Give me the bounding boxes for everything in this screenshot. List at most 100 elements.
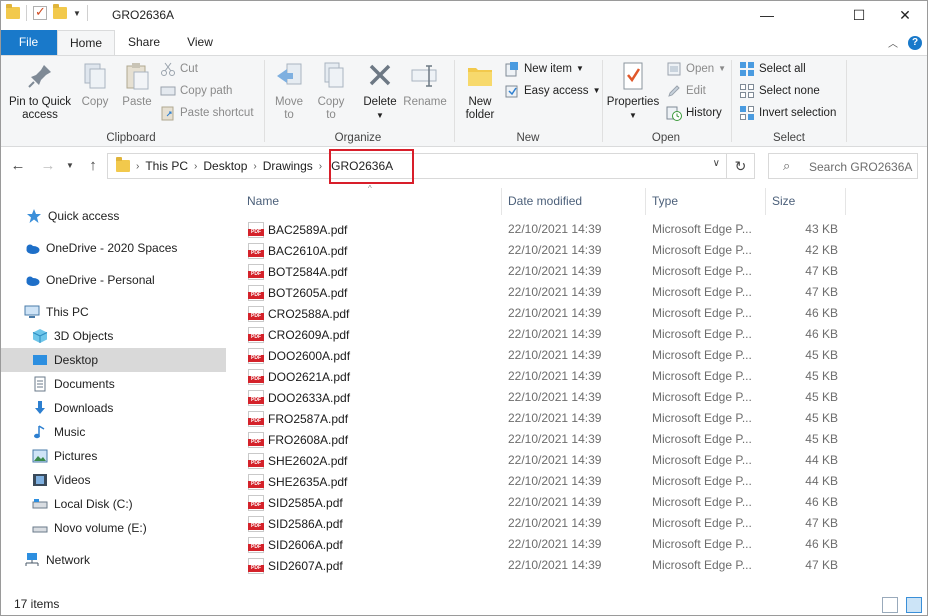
easy-access-button[interactable]: Easy access ▼ — [504, 81, 600, 101]
new-item-button[interactable]: New item ▼ — [504, 59, 584, 79]
file-type: Microsoft Edge P... — [652, 453, 752, 467]
recent-locations-chevron-icon[interactable]: ▼ — [60, 156, 80, 176]
back-arrow-icon[interactable]: ← — [8, 156, 28, 176]
cut-button[interactable]: Cut — [160, 59, 198, 79]
pdf-file-icon — [248, 557, 264, 574]
tab-view[interactable]: View — [172, 30, 228, 55]
edit-button[interactable]: Edit — [666, 81, 706, 101]
breadcrumb-desktop[interactable]: Desktop — [197, 159, 253, 173]
new-folder-qat-icon[interactable] — [53, 4, 67, 19]
history-button[interactable]: History — [666, 103, 722, 123]
minimize-button[interactable]: — — [744, 0, 790, 30]
file-type: Microsoft Edge P... — [652, 264, 752, 278]
file-name: BAC2610A.pdf — [248, 240, 347, 261]
address-history-chevron-icon[interactable]: ∨ — [713, 158, 720, 169]
table-row[interactable]: DOO2600A.pdf 22/10/2021 14:39 Microsoft Ed… — [240, 345, 846, 366]
table-row[interactable]: DOO2633A.pdf 22/10/2021 14:39 Microsoft Ed… — [240, 387, 846, 408]
column-header-date-modified[interactable]: Date modified — [501, 188, 645, 215]
nav-onedrive-personal[interactable]: OneDrive - Personal — [0, 268, 226, 292]
properties-chevron-icon[interactable]: ▼ — [604, 109, 662, 122]
nav-quick-access[interactable]: Quick access — [0, 204, 226, 228]
file-name-text: DOO2600A.pdf — [268, 348, 351, 363]
open-icon — [666, 61, 682, 77]
nav-music[interactable]: Music — [0, 420, 226, 444]
table-row[interactable]: BAC2589A.pdf 22/10/2021 14:39 Microsoft Ed… — [240, 219, 846, 240]
table-row[interactable]: SID2585A.pdf 22/10/2021 14:39 Microsoft Ed… — [240, 492, 846, 513]
pdf-file-icon — [248, 305, 264, 322]
file-size: 47 KB — [805, 558, 838, 572]
search-box[interactable]: ⌕ Search GRO2636A — [768, 153, 918, 179]
invert-selection-button[interactable]: Invert selection — [739, 103, 836, 123]
rename-button[interactable]: Rename — [402, 60, 448, 109]
table-row[interactable]: BAC2610A.pdf 22/10/2021 14:39 Microsoft Ed… — [240, 240, 846, 261]
table-row[interactable]: CRO2609A.pdf 22/10/2021 14:39 Microsoft Ed… — [240, 324, 846, 345]
tab-file[interactable]: File — [0, 30, 57, 55]
move-to-button[interactable]: Move to — [270, 60, 308, 122]
customize-qat-chevron-icon[interactable]: ▼ — [73, 9, 81, 18]
forward-arrow-icon[interactable]: → — [38, 156, 58, 176]
paste-shortcut-button[interactable]: Paste shortcut — [160, 103, 254, 123]
up-arrow-icon[interactable]: ↑ — [83, 156, 103, 176]
nav-onedrive-2020-spaces[interactable]: OneDrive - 2020 Spaces — [0, 236, 226, 260]
file-name: DOO2633A.pdf — [248, 387, 350, 408]
nav-documents[interactable]: Documents — [0, 372, 226, 396]
table-row[interactable]: SHE2635A.pdf 22/10/2021 14:39 Microsoft Ed… — [240, 471, 846, 492]
breadcrumb-drawings[interactable]: Drawings — [257, 159, 319, 173]
delete-button[interactable]: Delete ▼ — [360, 60, 400, 122]
pdf-file-icon — [248, 326, 264, 343]
table-row[interactable]: SHE2602A.pdf 22/10/2021 14:39 Microsoft Ed… — [240, 450, 846, 471]
table-row[interactable]: BOT2584A.pdf 22/10/2021 14:39 Microsoft Ed… — [240, 261, 846, 282]
column-header-size[interactable]: Size — [765, 188, 845, 215]
nav-3d-objects[interactable]: 3D Objects — [0, 324, 226, 348]
breadcrumb-this-pc[interactable]: This PC — [139, 159, 194, 173]
search-input[interactable]: Search GRO2636A — [809, 160, 912, 174]
paste-button[interactable]: Paste — [118, 60, 156, 109]
pin-to-quick-access-button[interactable]: Pin to Quick access — [6, 60, 74, 122]
close-button[interactable]: ✕ — [882, 0, 928, 30]
nav-novo-volume-e[interactable]: Novo volume (E:) — [0, 516, 226, 540]
select-none-button[interactable]: Select none — [739, 81, 820, 101]
table-row[interactable]: SID2606A.pdf 22/10/2021 14:39 Microsoft Ed… — [240, 534, 846, 555]
nav-network[interactable]: Network — [0, 548, 226, 572]
select-all-button[interactable]: Select all — [739, 59, 806, 79]
properties-qat-icon[interactable] — [33, 4, 47, 20]
file-date: 22/10/2021 14:39 — [508, 432, 602, 446]
tab-share[interactable]: Share — [118, 30, 170, 55]
new-folder-button[interactable]: New folder — [460, 60, 500, 122]
nav-videos[interactable]: Videos — [0, 468, 226, 492]
column-header-type[interactable]: Type — [645, 188, 765, 215]
table-row[interactable]: FRO2587A.pdf 22/10/2021 14:39 Microsoft Ed… — [240, 408, 846, 429]
help-icon[interactable]: ? — [908, 35, 922, 50]
details-view-icon[interactable] — [882, 597, 898, 613]
nav-local-disk-c[interactable]: Local Disk (C:) — [0, 492, 226, 516]
divider[interactable] — [845, 188, 846, 215]
collapse-ribbon-chevron-icon[interactable]: ︿ — [888, 35, 898, 50]
highlight-box — [329, 149, 414, 184]
delete-chevron-icon[interactable]: ▼ — [360, 109, 400, 122]
refresh-button[interactable]: ↻ — [727, 153, 755, 179]
copy-to-button[interactable]: Copy to — [312, 60, 350, 122]
table-row[interactable]: SID2586A.pdf 22/10/2021 14:39 Microsoft Ed… — [240, 513, 846, 534]
nav-pictures[interactable]: Pictures — [0, 444, 226, 468]
open-button[interactable]: Open ▼ — [666, 59, 726, 79]
properties-button[interactable]: Properties ▼ — [604, 60, 662, 122]
table-row[interactable]: BOT2605A.pdf 22/10/2021 14:39 Microsoft Ed… — [240, 282, 846, 303]
copy-path-button[interactable]: Copy path — [160, 81, 232, 101]
large-icons-view-icon[interactable] — [906, 597, 922, 613]
tab-home[interactable]: Home — [57, 30, 115, 55]
table-row[interactable]: CRO2588A.pdf 22/10/2021 14:39 Microsoft Ed… — [240, 303, 846, 324]
table-row[interactable]: SID2607A.pdf 22/10/2021 14:39 Microsoft Ed… — [240, 555, 846, 576]
file-name-text: SHE2635A.pdf — [268, 474, 348, 489]
select-group: Select all Select none Invert selection … — [733, 56, 845, 147]
address-bar[interactable]: › This PC › Desktop › Drawings › GRO2636… — [107, 153, 727, 179]
copy-button[interactable]: Copy — [76, 60, 114, 109]
nav-this-pc[interactable]: This PC — [0, 300, 226, 324]
history-icon — [666, 105, 682, 121]
table-row[interactable]: DOO2621A.pdf 22/10/2021 14:39 Microsoft Ed… — [240, 366, 846, 387]
maximize-button[interactable]: ☐ — [836, 0, 882, 30]
file-size: 46 KB — [805, 537, 838, 551]
nav-downloads[interactable]: Downloads — [0, 396, 226, 420]
download-icon — [32, 400, 48, 416]
table-row[interactable]: FRO2608A.pdf 22/10/2021 14:39 Microsoft Ed… — [240, 429, 846, 450]
nav-desktop[interactable]: Desktop — [0, 348, 226, 372]
